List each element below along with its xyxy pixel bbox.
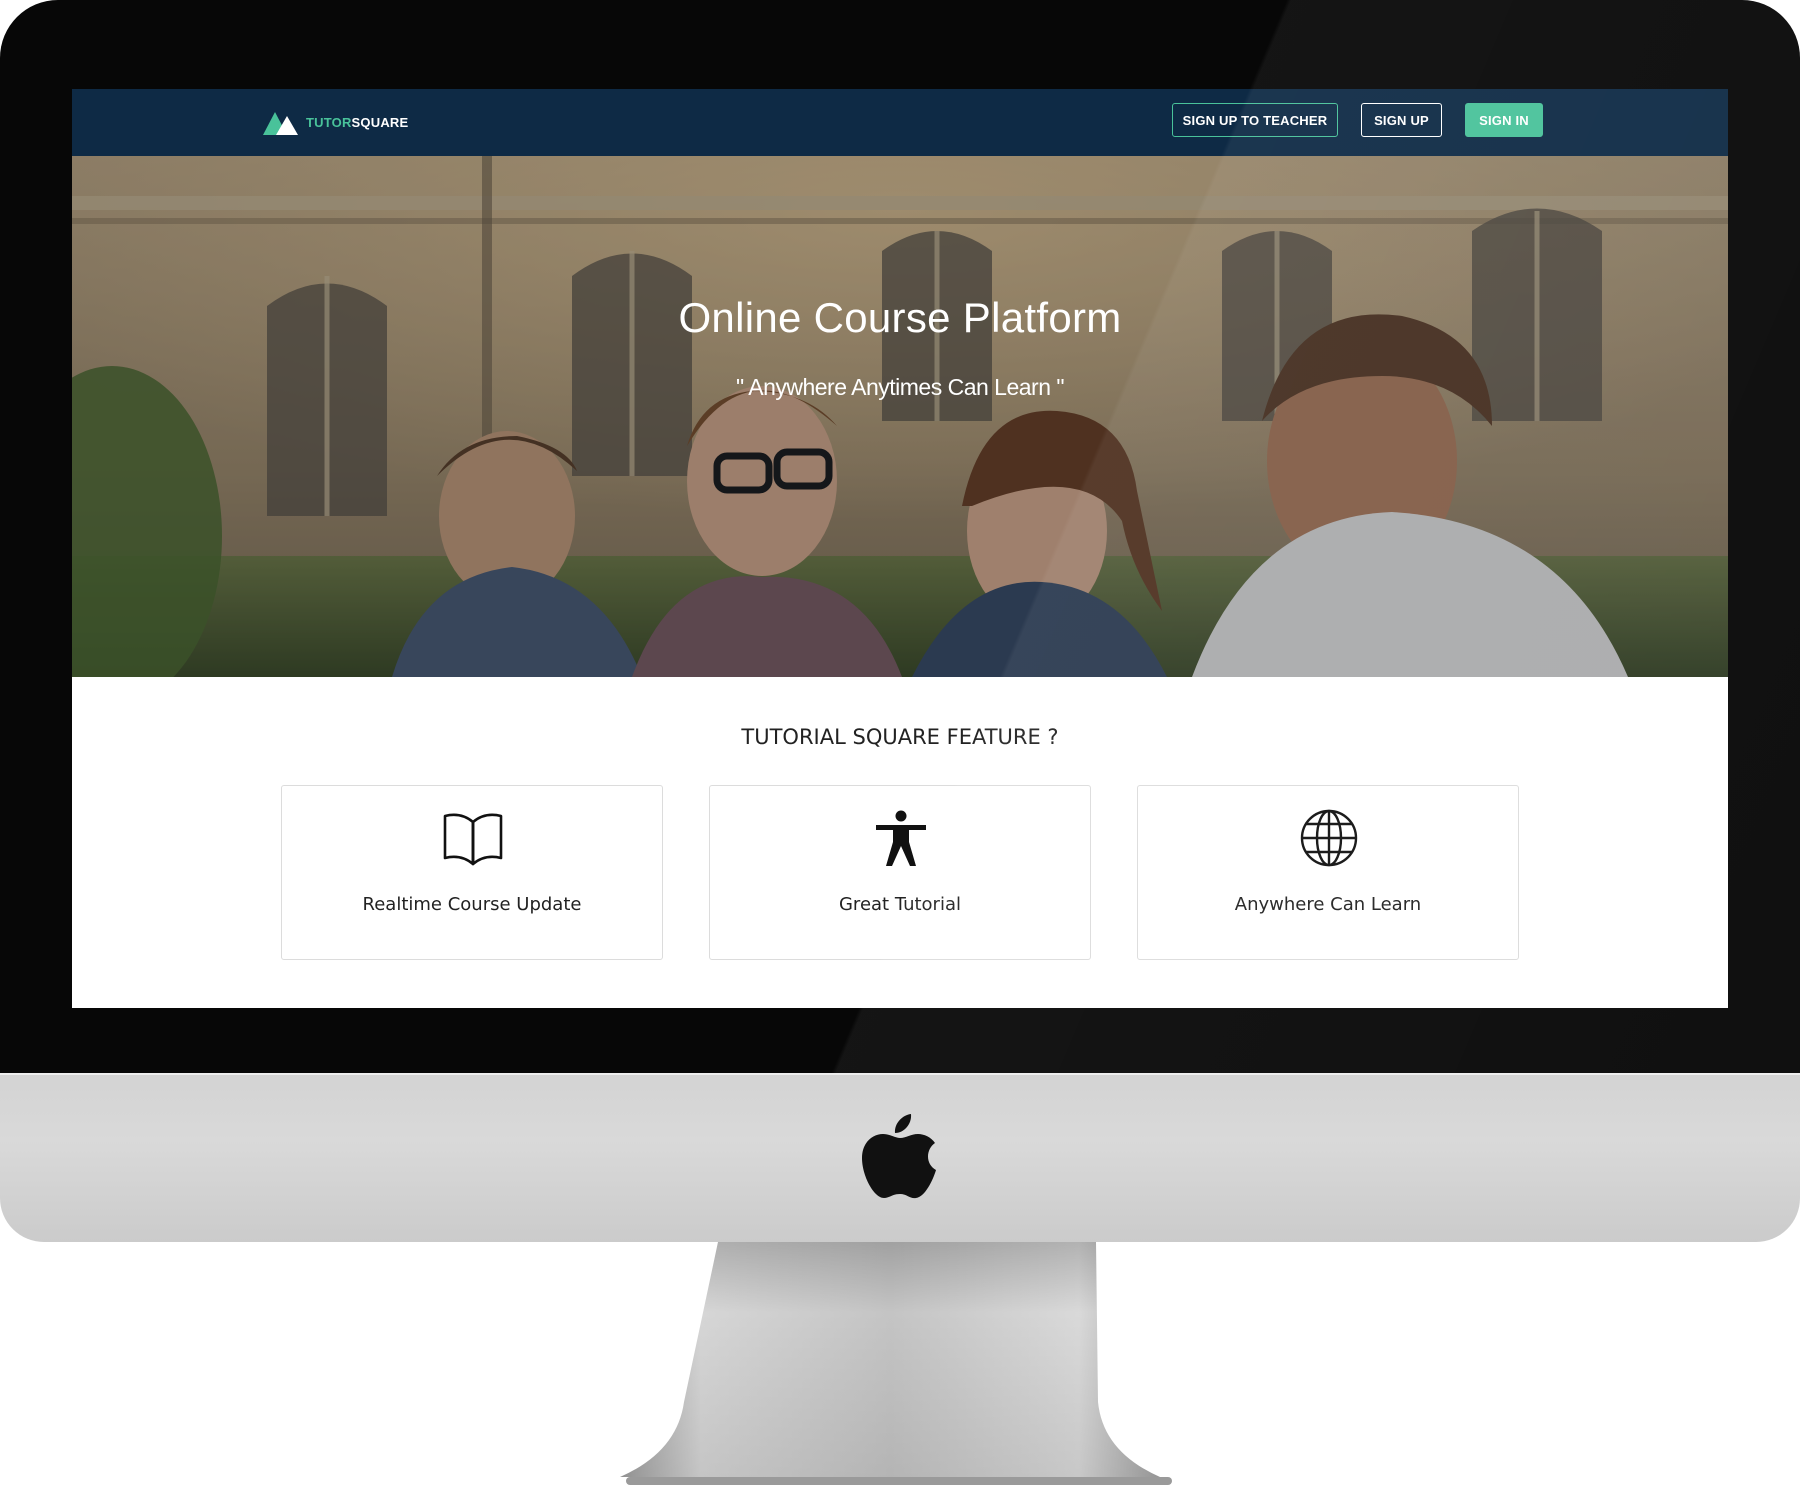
globe-icon xyxy=(1300,809,1358,867)
feature-card-realtime[interactable]: Realtime Course Update xyxy=(281,785,663,960)
hero-banner: Online Course Platform " Anywhere Anytim… xyxy=(72,156,1728,677)
monitor-stand xyxy=(620,1242,1172,1485)
book-icon xyxy=(443,813,503,866)
site-logo[interactable]: TUTOR SQUARE xyxy=(263,107,408,137)
logo-text-tutor: TUTOR xyxy=(306,114,352,130)
feature-label: Great Tutorial xyxy=(838,894,961,915)
navbar: TUTOR SQUARE SIGN UP TO TEACHER SIGN UP S… xyxy=(72,89,1728,156)
hero-overlay xyxy=(72,156,1728,677)
feature-card-anywhere[interactable]: Anywhere Can Learn xyxy=(1137,785,1519,960)
browser-screen: TUTOR SQUARE SIGN UP TO TEACHER SIGN UP S… xyxy=(72,89,1728,1008)
apple-logo-icon xyxy=(862,1114,936,1199)
hero-subtitle: " Anywhere Anytimes Can Learn " xyxy=(735,374,1065,400)
feature-card-tutorial[interactable]: Great Tutorial xyxy=(709,785,1091,960)
feature-label: Realtime Course Update xyxy=(362,894,582,915)
sign-in-button[interactable]: SIGN IN xyxy=(1465,103,1543,137)
hero-title: Online Course Platform xyxy=(678,294,1122,341)
sign-up-button[interactable]: SIGN UP xyxy=(1361,103,1442,137)
logo-text-square: SQUARE xyxy=(351,114,409,130)
monitor-bezel: TUTOR SQUARE SIGN UP TO TEACHER SIGN UP S… xyxy=(0,0,1800,1078)
sign-up-teacher-button[interactable]: SIGN UP TO TEACHER xyxy=(1172,103,1338,137)
feature-label: Anywhere Can Learn xyxy=(1234,894,1422,915)
logo-mountain-icon xyxy=(263,112,298,135)
person-icon xyxy=(876,810,926,866)
features-title: TUTORIAL SQUARE FEATURE ? xyxy=(741,725,1059,749)
